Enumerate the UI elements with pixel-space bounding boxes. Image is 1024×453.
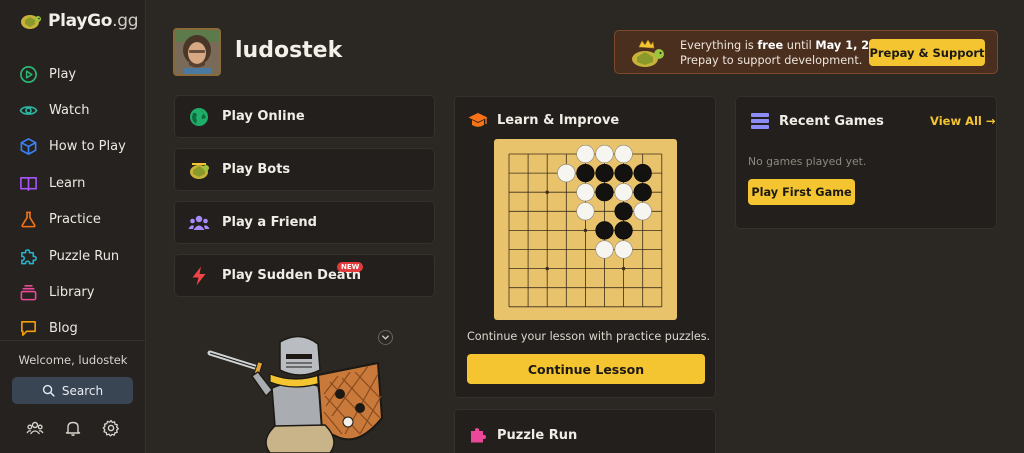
lesson-description: Continue your lesson with practice puzzl… xyxy=(467,330,711,343)
puzzle-run-card[interactable]: Puzzle Run xyxy=(454,409,716,453)
flask-icon xyxy=(21,211,36,228)
black-stone xyxy=(614,221,633,240)
sidebar-item-label: Library xyxy=(49,285,95,301)
sidebar-footer: Welcome, ludostek Search xyxy=(0,340,146,437)
white-stone xyxy=(595,144,614,164)
puzzle-run-title: Puzzle Run xyxy=(468,425,577,445)
graduation-cap-icon xyxy=(468,113,488,127)
sidebar-nav: Play Watch How to Play Learn Practice Pu… xyxy=(0,56,146,347)
prepay-support-button[interactable]: Prepay & Support xyxy=(869,39,985,66)
empty-state-text: No games played yet. xyxy=(748,155,867,168)
search-icon xyxy=(42,384,55,397)
black-stone xyxy=(595,163,614,183)
chevron-down-icon xyxy=(382,335,389,340)
play-sudden-death-button[interactable]: Play Sudden Death NEW xyxy=(174,254,435,297)
promo-banner: Everything is free until May 1, 2026. Pr… xyxy=(614,30,998,74)
sidebar-item-label: Watch xyxy=(49,103,90,119)
turtle-mascot-icon xyxy=(632,39,664,67)
sidebar-item-library[interactable]: Library xyxy=(0,274,146,310)
black-stone xyxy=(633,163,652,183)
collapse-toggle[interactable] xyxy=(378,330,393,345)
play-circle-icon xyxy=(20,65,37,83)
play-online-label: Play Online xyxy=(222,109,305,124)
white-stone xyxy=(557,163,576,183)
knight-mascot-illustration xyxy=(207,335,384,453)
recent-games-card: Recent Games View All → No games played … xyxy=(735,96,997,229)
sidebar-item-label: Play xyxy=(49,66,77,82)
page-title: ludostek xyxy=(235,38,343,63)
white-stone xyxy=(614,144,633,164)
turtle-bot-icon xyxy=(190,162,209,179)
learn-card: Learn & Improve Continue your lesson wit… xyxy=(454,96,716,398)
black-stone xyxy=(614,163,633,183)
sidebar-item-practice[interactable]: Practice xyxy=(0,202,146,238)
sidebar-item-label: How to Play xyxy=(49,139,126,155)
brand-name: PlayGo.gg xyxy=(48,11,139,31)
sidebar-item-puzzle-run[interactable]: Puzzle Run xyxy=(0,238,146,274)
sidebar-item-label: Blog xyxy=(49,321,78,337)
black-stone xyxy=(576,163,595,183)
white-stone xyxy=(576,144,595,164)
play-first-game-button[interactable]: Play First Game xyxy=(748,179,855,205)
play-friend-label: Play a Friend xyxy=(222,215,317,230)
promo-text: Everything is free until May 1, 2026. Pr… xyxy=(680,39,898,67)
black-stone xyxy=(614,202,633,221)
view-all-link[interactable]: View All → xyxy=(930,114,996,128)
recent-games-title: Recent Games xyxy=(750,112,884,130)
community-icon[interactable] xyxy=(26,419,44,437)
user-photo xyxy=(175,30,219,74)
search-label: Search xyxy=(61,383,104,398)
friends-icon xyxy=(188,215,210,230)
white-stone xyxy=(595,240,614,259)
play-bots-label: Play Bots xyxy=(222,162,291,177)
new-badge: NEW xyxy=(337,262,364,272)
book-icon xyxy=(20,176,37,191)
sidebar-item-label: Learn xyxy=(49,175,86,191)
go-board-grid xyxy=(508,144,663,308)
white-stone xyxy=(633,202,652,221)
sidebar-item-how-to-play[interactable]: How to Play xyxy=(0,129,146,165)
black-stone xyxy=(595,183,614,202)
search-button[interactable]: Search xyxy=(12,377,133,404)
sidebar: PlayGo.gg Play Watch How to Play Learn P… xyxy=(0,0,146,453)
play-bots-button[interactable]: Play Bots xyxy=(174,148,435,191)
puzzle-piece-icon xyxy=(471,428,486,443)
sidebar-tools xyxy=(0,419,146,437)
avatar[interactable] xyxy=(173,28,221,76)
sidebar-item-label: Puzzle Run xyxy=(49,248,120,264)
library-icon xyxy=(20,285,37,301)
white-stone xyxy=(576,183,595,202)
play-friend-button[interactable]: Play a Friend xyxy=(174,201,435,244)
sidebar-item-learn[interactable]: Learn xyxy=(0,165,146,201)
play-online-button[interactable]: Play Online xyxy=(174,95,435,138)
sidebar-item-watch[interactable]: Watch xyxy=(0,92,146,128)
list-icon xyxy=(751,113,769,129)
cube-icon xyxy=(20,138,37,156)
white-stone xyxy=(614,183,633,202)
turtle-logo-icon xyxy=(21,15,41,29)
eye-icon xyxy=(19,106,38,115)
learn-card-title: Learn & Improve xyxy=(468,112,619,129)
welcome-text: Welcome, ludostek xyxy=(18,353,128,367)
puzzle-icon xyxy=(21,248,37,265)
lightning-icon xyxy=(192,266,206,285)
sidebar-item-label: Practice xyxy=(49,212,101,228)
logo[interactable]: PlayGo.gg xyxy=(20,9,139,33)
bell-icon[interactable] xyxy=(64,419,82,437)
sidebar-item-play[interactable]: Play xyxy=(0,56,146,92)
white-stone xyxy=(614,240,633,259)
white-stone xyxy=(576,202,595,221)
black-stone xyxy=(595,221,614,240)
black-stone xyxy=(633,183,652,202)
go-board[interactable] xyxy=(494,139,677,320)
globe-icon xyxy=(190,107,208,126)
gear-icon[interactable] xyxy=(102,419,120,437)
chat-icon xyxy=(21,321,36,337)
continue-lesson-button[interactable]: Continue Lesson xyxy=(467,354,705,384)
